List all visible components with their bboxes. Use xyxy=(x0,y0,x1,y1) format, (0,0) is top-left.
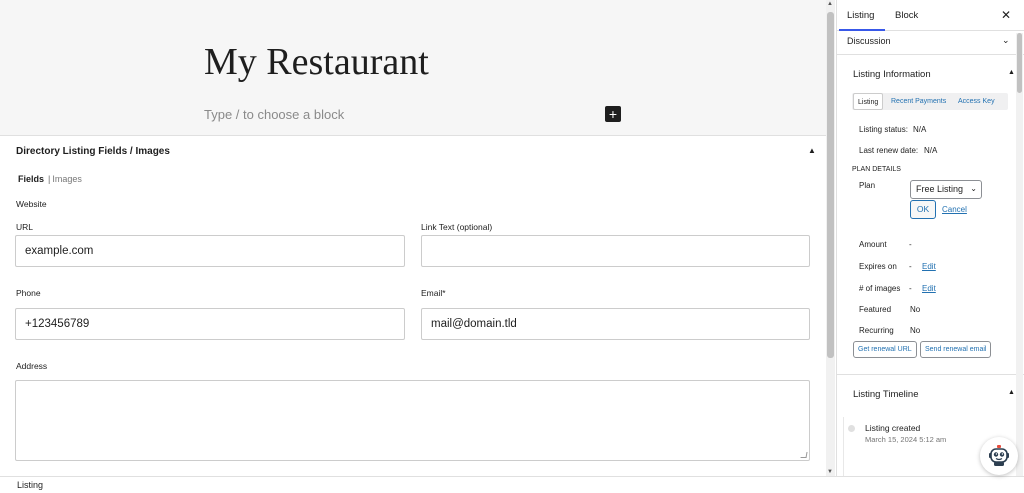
amount-label: Amount xyxy=(859,240,887,249)
close-icon[interactable]: ✕ xyxy=(1001,8,1011,22)
address-label: Address xyxy=(16,361,48,371)
email-input[interactable]: mail@domain.tld xyxy=(421,308,810,340)
phone-input[interactable]: +123456789 xyxy=(15,308,405,340)
plan-selected-value: Free Listing xyxy=(916,184,964,194)
address-textarea[interactable] xyxy=(15,380,810,461)
tab-listing[interactable]: Listing xyxy=(847,10,874,21)
post-title[interactable]: My Restaurant xyxy=(204,40,429,84)
sidebar-tabs: Listing Block ✕ xyxy=(837,0,1024,31)
timeline-event-date: March 15, 2024 5:12 am xyxy=(865,435,947,444)
discussion-title: Discussion xyxy=(847,36,891,46)
plan-details-heading: PLAN DETAILS xyxy=(852,166,901,173)
tab-access-key[interactable]: Access Key xyxy=(954,93,999,110)
images-value: - xyxy=(909,284,912,293)
expires-label: Expires on xyxy=(859,262,897,271)
tab-listing-info[interactable]: Listing xyxy=(853,93,884,110)
email-label: Email* xyxy=(421,288,446,298)
listing-status-label: Listing status: xyxy=(859,125,908,134)
plus-icon: + xyxy=(608,106,618,122)
edit-images-link[interactable]: Edit xyxy=(922,284,936,293)
chevron-down-icon[interactable]: ⌄ xyxy=(1002,35,1010,46)
send-renewal-email-button[interactable]: Send renewal email xyxy=(920,341,992,358)
url-input[interactable]: example.com xyxy=(15,235,405,267)
listing-info-tabs: Listing Recent Payments Access Key xyxy=(852,93,1008,110)
scrollbar-thumb[interactable] xyxy=(827,12,834,358)
link-text-input[interactable] xyxy=(421,235,810,267)
last-renew-label: Last renew date: xyxy=(859,146,919,155)
timeline-event-title: Listing created xyxy=(865,423,921,433)
resize-handle-icon[interactable] xyxy=(800,452,808,458)
plan-select[interactable]: Free Listing ⌄ xyxy=(910,180,982,199)
expires-value: - xyxy=(909,262,912,271)
subtab-images[interactable]: Images xyxy=(52,174,82,184)
listing-timeline-title[interactable]: Listing Timeline xyxy=(853,389,918,400)
editor-footer: Listing xyxy=(0,476,1024,493)
block-editor: My Restaurant Type / to choose a block +… xyxy=(0,0,1024,493)
cancel-link[interactable]: Cancel xyxy=(942,205,967,214)
metabox-subtabs: Fields | Images xyxy=(18,174,82,184)
caret-up-icon[interactable]: ▲ xyxy=(808,146,816,155)
link-text-label: Link Text (optional) xyxy=(421,222,493,232)
subtab-separator: | xyxy=(48,174,51,184)
discussion-panel[interactable]: Discussion ⌄ xyxy=(837,31,1024,55)
images-label: # of images xyxy=(859,284,901,293)
recurring-value: No xyxy=(910,326,921,335)
ok-button[interactable]: OK xyxy=(910,200,936,219)
main-scrollbar[interactable]: ▲ ▼ xyxy=(826,0,835,476)
plan-label: Plan xyxy=(859,181,876,190)
listing-status-value: N/A xyxy=(913,125,927,134)
sidebar-scrollbar[interactable] xyxy=(1016,33,1023,476)
website-label: Website xyxy=(16,199,47,209)
caret-up-icon[interactable]: ▲ xyxy=(1008,389,1015,396)
breadcrumb[interactable]: Listing xyxy=(17,480,43,490)
edit-expires-link[interactable]: Edit xyxy=(922,262,936,271)
tab-block[interactable]: Block xyxy=(895,10,918,21)
featured-value: No xyxy=(910,305,921,314)
metabox-title: Directory Listing Fields / Images xyxy=(16,146,170,157)
subtab-fields[interactable]: Fields xyxy=(18,174,44,184)
block-placeholder[interactable]: Type / to choose a block xyxy=(204,107,344,122)
settings-sidebar: Listing Block ✕ Discussion ⌄ Listing Inf… xyxy=(836,0,1024,476)
scroll-up-icon[interactable]: ▲ xyxy=(827,1,833,7)
chevron-down-icon: ⌄ xyxy=(970,184,977,193)
get-renewal-url-button[interactable]: Get renewal URL xyxy=(853,341,917,358)
timeline-dot xyxy=(848,425,855,432)
phone-label: Phone xyxy=(16,288,41,298)
caret-up-icon[interactable]: ▲ xyxy=(1008,69,1015,76)
robot-helper-icon xyxy=(989,445,1009,466)
featured-label: Featured xyxy=(859,305,892,314)
url-label: URL xyxy=(16,222,34,232)
help-assistant-button[interactable] xyxy=(980,437,1018,475)
tab-recent-payments[interactable]: Recent Payments xyxy=(887,93,950,110)
scroll-down-icon[interactable]: ▼ xyxy=(827,469,833,475)
timeline-line xyxy=(843,417,844,476)
amount-value: - xyxy=(909,240,912,249)
add-block-button[interactable]: + xyxy=(605,106,621,122)
recurring-label: Recurring xyxy=(859,326,894,335)
sidebar-scrollbar-thumb[interactable] xyxy=(1017,33,1022,93)
listing-information-title[interactable]: Listing Information xyxy=(853,69,931,80)
last-renew-value: N/A xyxy=(924,146,938,155)
directory-listing-metabox: Directory Listing Fields / Images ▲ Fiel… xyxy=(0,136,826,476)
editor-canvas: My Restaurant Type / to choose a block + xyxy=(0,0,826,136)
